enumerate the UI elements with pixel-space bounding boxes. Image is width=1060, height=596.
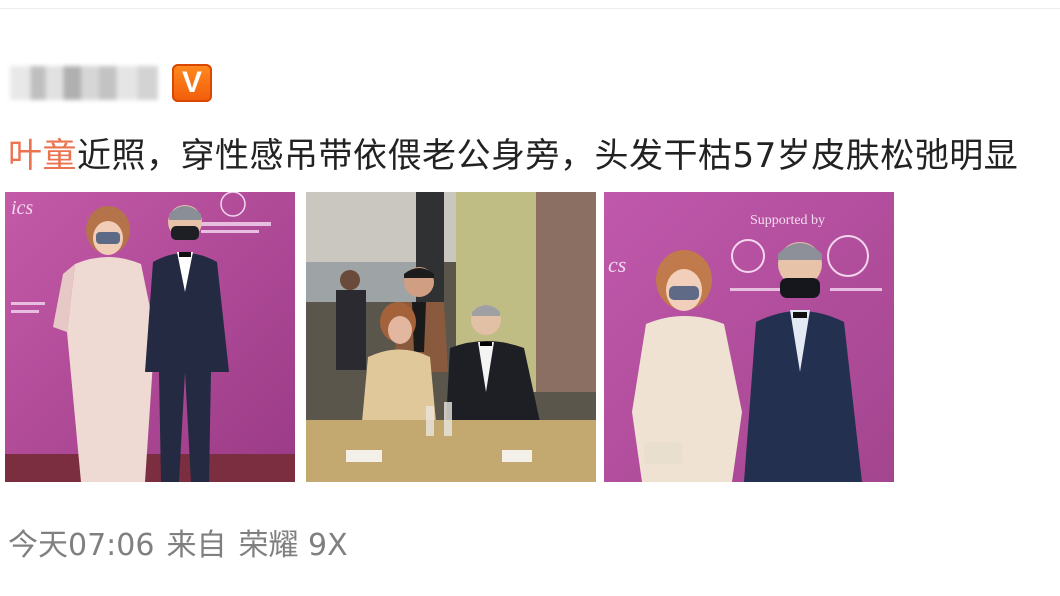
photo-couple-closeup[interactable]: Supported by cs [604, 192, 894, 482]
username-blurred[interactable] [10, 66, 158, 100]
photo-dinner-table[interactable] [306, 192, 596, 482]
post-meta: 今天07:06 来自 荣耀 9X [8, 520, 360, 564]
svg-text:ics: ics [11, 197, 33, 219]
device-source[interactable]: 荣耀 9X [238, 528, 347, 563]
post-text: 叶童近照，穿性感吊带依偎老公身旁，头发干枯57岁皮肤松弛明显 [8, 128, 1018, 177]
svg-text:cs: cs [608, 252, 626, 277]
hashtag-link[interactable]: 叶童 [8, 136, 77, 176]
photo-couple-backdrop[interactable]: ics [5, 192, 295, 482]
post-header: V [10, 62, 212, 104]
verified-v-icon: V [172, 64, 212, 102]
backdrop-supported-by: Supported by [750, 213, 825, 228]
from-label: 来自 [166, 528, 227, 563]
top-divider [0, 8, 1060, 9]
post-body: 近照，穿性感吊带依偎老公身旁，头发干枯57岁皮肤松弛明显 [77, 136, 1019, 176]
post-time[interactable]: 今天07:06 [8, 528, 154, 563]
